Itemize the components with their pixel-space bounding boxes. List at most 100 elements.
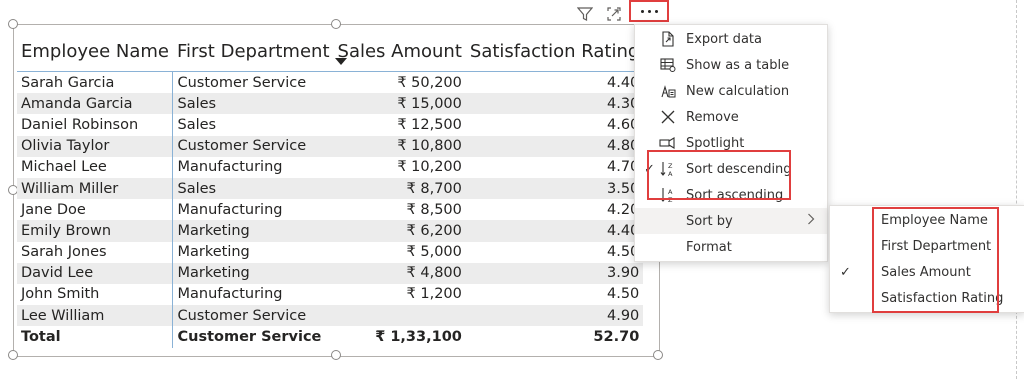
cell-sales-amount: ₹ 8,700	[333, 177, 466, 200]
cell-satisfaction-rating: 4.70	[607, 159, 640, 176]
cell-employee-name: Emily Brown	[17, 220, 173, 242]
chevron-right-icon	[807, 213, 815, 229]
total-satisfaction-rating: 52.70	[465, 326, 644, 349]
table-row[interactable]: Jane Doe Manufacturing ₹ 8,500 4.20	[17, 199, 643, 221]
cell-employee-name: Sarah Garcia	[17, 71, 173, 94]
resize-handle-top-left[interactable]	[8, 19, 18, 29]
menu-item-label: Sort by	[686, 213, 733, 229]
cell-sales-amount: ₹ 10,200	[397, 159, 462, 176]
total-row: Total Customer Service ₹ 1,33,100 52.70	[17, 326, 644, 349]
table-header-row: Employee Name First Department Sales Amo…	[17, 31, 643, 72]
cell-first-department: Manufacturing	[172, 199, 334, 221]
total-sales-amount: ₹ 1,33,100	[333, 326, 466, 349]
cell-satisfaction-rating: 4.50	[607, 286, 640, 303]
table-row[interactable]: Michael Lee Manufacturing ₹ 10,200 4.70	[17, 156, 643, 178]
cell-sales-amount: ₹ 4,800	[333, 262, 466, 284]
context-menu: Export data Show as a table New calculat…	[634, 24, 828, 262]
cell-employee-name: Michael Lee	[21, 159, 107, 176]
filter-icon[interactable]	[575, 4, 595, 24]
cell-employee-name: John Smith	[21, 286, 100, 303]
menu-item-label: New calculation	[686, 83, 790, 99]
column-header-first-department[interactable]: First Department	[173, 31, 334, 72]
more-options-button[interactable]	[629, 0, 669, 22]
data-table: Employee Name First Department Sales Amo…	[17, 31, 644, 349]
table-row[interactable]: Olivia Taylor Customer Service ₹ 10,800 4.8…	[17, 135, 644, 157]
cell-first-department: Manufacturing	[172, 156, 334, 178]
total-department: Customer Service	[172, 326, 334, 349]
cell-satisfaction-rating: 4.40	[465, 71, 644, 94]
resize-handle-top[interactable]	[331, 19, 341, 29]
cell-sales-amount: ₹ 12,500	[397, 116, 462, 133]
sort-by-highlight	[872, 207, 999, 313]
cell-satisfaction-rating: 3.90	[465, 262, 644, 284]
table-row[interactable]: Sarah Garcia Customer Service ₹ 50,200 4.40	[17, 71, 644, 94]
cell-first-department: Customer Service	[172, 71, 334, 94]
total-label: Total	[17, 326, 173, 349]
cell-first-department: Manufacturing	[172, 283, 334, 306]
cell-first-department: Sales	[172, 177, 334, 200]
menu-item-format[interactable]: Format	[635, 234, 827, 260]
cell-employee-name: Sarah Jones	[21, 244, 107, 261]
sort-options-highlight	[647, 150, 791, 200]
cell-satisfaction-rating: 3.50	[465, 177, 644, 200]
menu-item-new-calculation[interactable]: New calculation	[635, 78, 827, 104]
cell-first-department: Customer Service	[172, 135, 334, 157]
table-row[interactable]: Amanda Garcia Sales ₹ 15,000 4.30	[17, 93, 644, 115]
table-row[interactable]: Lee William Customer Service 4.90	[17, 305, 644, 327]
cell-sales-amount: ₹ 8,500	[406, 201, 462, 218]
menu-item-label: Export data	[686, 31, 762, 47]
cell-first-department: Customer Service	[172, 305, 334, 327]
table-row[interactable]: John Smith Manufacturing ₹ 1,200 4.50	[17, 283, 643, 306]
cell-satisfaction-rating: 4.50	[607, 244, 640, 261]
table-row[interactable]: David Lee Marketing ₹ 4,800 3.90	[17, 262, 644, 284]
menu-item-label: Format	[686, 239, 732, 255]
checkmark-icon: ✓	[840, 264, 851, 280]
cell-employee-name: Daniel Robinson	[21, 116, 139, 133]
cell-satisfaction-rating: 4.80	[465, 135, 644, 157]
menu-item-label: Show as a table	[686, 57, 790, 73]
cell-satisfaction-rating: 4.20	[607, 201, 640, 218]
menu-item-label: Remove	[686, 109, 739, 125]
calculation-icon	[659, 82, 677, 100]
sort-descending-indicator-icon	[335, 58, 347, 65]
cell-first-department: Marketing	[172, 241, 334, 263]
close-icon	[659, 108, 677, 126]
focus-mode-icon[interactable]	[604, 4, 624, 24]
cell-sales-amount: ₹ 1,200	[406, 286, 462, 303]
cell-satisfaction-rating: 4.60	[607, 116, 640, 133]
cell-first-department: Sales	[172, 93, 334, 115]
cell-satisfaction-rating: 4.90	[465, 305, 644, 327]
table-icon	[659, 56, 677, 74]
cell-sales-amount: ₹ 15,000	[333, 93, 466, 115]
table-row[interactable]: Daniel Robinson Sales ₹ 12,500 4.60	[17, 114, 643, 136]
resize-handle-bottom[interactable]	[331, 350, 341, 360]
cell-employee-name: William Miller	[17, 177, 173, 200]
table-row[interactable]: William Miller Sales ₹ 8,700 3.50	[17, 177, 644, 200]
table-row[interactable]: Sarah Jones Marketing ₹ 5,000 4.50	[17, 241, 643, 263]
cell-satisfaction-rating: 4.40	[465, 220, 644, 242]
column-header-employee-name[interactable]: Employee Name	[17, 31, 173, 72]
cell-sales-amount: ₹ 5,000	[406, 244, 462, 261]
cell-employee-name: Jane Doe	[21, 201, 86, 218]
page-edge-divider	[1016, 0, 1017, 379]
menu-item-export-data[interactable]: Export data	[635, 26, 827, 52]
resize-handle-bottom-left[interactable]	[8, 350, 18, 360]
cell-sales-amount	[333, 305, 466, 327]
cell-first-department: Sales	[172, 114, 334, 136]
cell-employee-name: Olivia Taylor	[17, 135, 173, 157]
table-row[interactable]: Emily Brown Marketing ₹ 6,200 4.40	[17, 220, 644, 242]
column-header-sales-amount[interactable]: Sales Amount	[334, 31, 466, 72]
cell-employee-name: Amanda Garcia	[17, 93, 173, 115]
more-options-icon	[640, 9, 658, 13]
cell-first-department: Marketing	[172, 220, 334, 242]
menu-item-label: Spotlight	[686, 135, 745, 151]
menu-item-sort-by[interactable]: Sort by	[635, 208, 827, 234]
cell-sales-amount: ₹ 6,200	[333, 220, 466, 242]
cell-employee-name: David Lee	[17, 262, 173, 284]
menu-item-show-as-table[interactable]: Show as a table	[635, 52, 827, 78]
cell-employee-name: Lee William	[17, 305, 173, 327]
menu-item-remove[interactable]: Remove	[635, 104, 827, 130]
resize-handle-bottom-right[interactable]	[653, 350, 663, 360]
column-header-satisfaction-rating[interactable]: Satisfaction Rating	[466, 31, 643, 72]
cell-sales-amount: ₹ 10,800	[333, 135, 466, 157]
